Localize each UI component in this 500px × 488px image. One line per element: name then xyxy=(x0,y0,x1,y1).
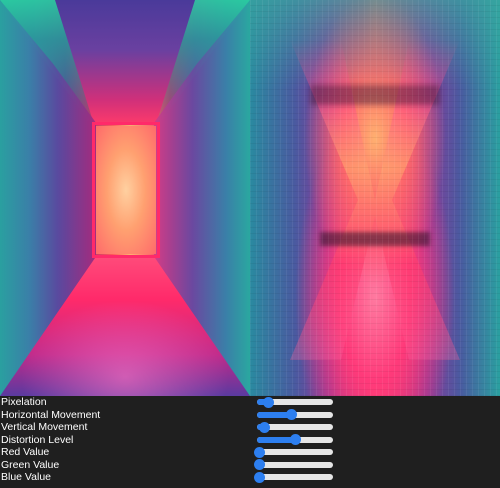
green-value-slider[interactable] xyxy=(253,459,333,470)
control-row-horizontal-movement: Horizontal Movement xyxy=(0,409,500,422)
control-label: Blue Value xyxy=(1,471,52,483)
control-label: Vertical Movement xyxy=(1,421,88,433)
vertical-movement-slider[interactable] xyxy=(257,421,333,433)
image-stage xyxy=(0,0,500,396)
corridor-floor-glow xyxy=(20,300,230,396)
control-label: Pixelation xyxy=(1,396,47,408)
slider-thumb[interactable] xyxy=(285,409,297,420)
pixelation-overlay xyxy=(250,0,500,396)
control-row-red-value: Red Value xyxy=(0,446,500,459)
distortion-level-slider[interactable] xyxy=(257,434,333,445)
slider-thumb[interactable] xyxy=(289,434,301,445)
control-label: Red Value xyxy=(1,446,50,458)
control-label: Distortion Level xyxy=(1,433,74,446)
horizontal-movement-slider[interactable] xyxy=(257,409,333,420)
slider-thumb[interactable] xyxy=(262,396,274,408)
control-row-blue-value: Blue Value xyxy=(0,471,500,484)
original-image xyxy=(0,0,250,396)
slider-thumb[interactable] xyxy=(253,446,265,458)
slider-thumb[interactable] xyxy=(253,459,265,470)
slider-thumb[interactable] xyxy=(253,471,265,483)
blue-value-slider[interactable] xyxy=(253,471,333,483)
control-row-green-value: Green Value xyxy=(0,459,500,472)
control-row-pixelation: Pixelation xyxy=(0,396,500,409)
pixelation-slider[interactable] xyxy=(257,396,333,408)
control-row-vertical-movement: Vertical Movement xyxy=(0,421,500,434)
control-label: Green Value xyxy=(1,458,60,471)
slider-thumb[interactable] xyxy=(259,421,271,433)
control-label: Horizontal Movement xyxy=(1,408,101,421)
distorted-image xyxy=(250,0,500,396)
controls-panel: Pixelation Horizontal Movement Vertical … xyxy=(0,396,500,488)
red-value-slider[interactable] xyxy=(253,446,333,458)
corridor-neon-frame xyxy=(92,122,160,258)
control-row-distortion-level: Distortion Level xyxy=(0,434,500,447)
